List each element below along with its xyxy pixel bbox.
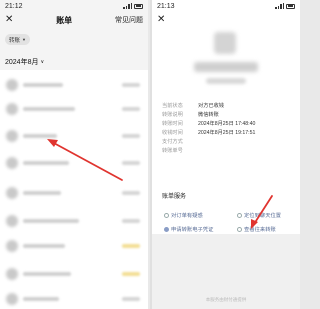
bill-list-screen: 21:12 ✕ 账单 常见问题 转账 ▼ 2024年8月 ∨ xyxy=(0,0,148,309)
annotation-arrow-right xyxy=(251,195,273,229)
annotation-arrow-left xyxy=(47,139,123,181)
bill-detail-screen: 21:13 ✕ 当前状态 对方已收钱 转账说明 微信转账 转账时间 2024年8… xyxy=(152,0,300,309)
